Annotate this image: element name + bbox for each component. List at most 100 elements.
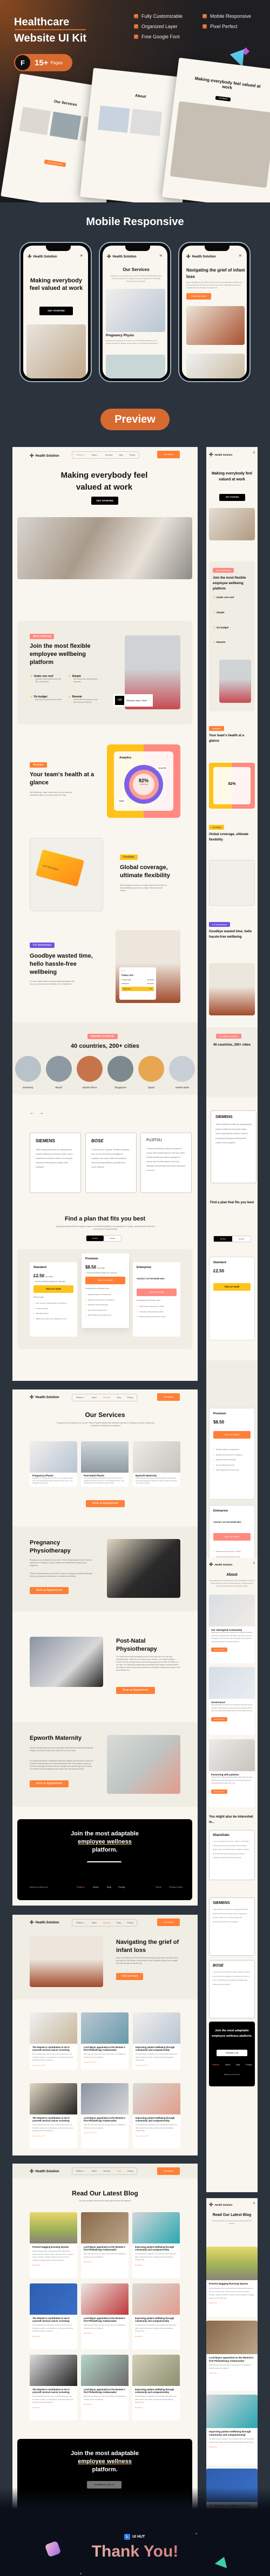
get-started-button[interactable]: GET STARTED <box>219 494 245 501</box>
blog-card[interactable]: Prevent Nagging Running Injuries Physical… <box>30 2212 77 2278</box>
menu-icon[interactable]: ≡ <box>239 253 241 258</box>
get-started-button[interactable]: GET STARTED <box>91 497 118 505</box>
footer-link-about[interactable]: About <box>93 1886 98 1888</box>
menu-icon[interactable]: ≡ <box>253 1562 255 1565</box>
nav-services[interactable]: Services <box>105 454 112 456</box>
nav-platform[interactable]: Platform ⌄ <box>76 1922 85 1924</box>
find-out-more-button[interactable]: Find out more <box>211 1717 227 1721</box>
footer-link-blog[interactable]: Blog <box>107 1886 111 1888</box>
footer-link-terms[interactable]: Terms <box>156 1886 161 1888</box>
blog-card[interactable]: Improving patient wellbeing through comm… <box>132 2212 180 2278</box>
book-appointment-button[interactable]: Book an Appointment <box>30 1587 69 1594</box>
read-more-link[interactable]: Read More <box>135 2406 177 2409</box>
service-card[interactable]: Epworth Maternity Fitwise Physiotherapy h… <box>133 1441 180 1487</box>
country-item[interactable]: Germany <box>15 1056 41 1089</box>
blog-card[interactable]: Improving patient wellbeing through comm… <box>132 2283 180 2349</box>
toggle-annual[interactable]: Annual <box>232 1236 251 1242</box>
country-item[interactable]: Spain <box>138 1056 165 1089</box>
nav-pricing[interactable]: Pricing <box>129 454 135 456</box>
nav-pricing[interactable]: Pricing <box>127 1922 133 1924</box>
find-out-more-button[interactable]: Find out more <box>211 1789 227 1794</box>
footer-link-pricing[interactable]: Pricing <box>118 1886 125 1888</box>
footer-link-platform[interactable]: Platform <box>77 1886 85 1888</box>
menu-icon[interactable]: ≡ <box>159 253 162 258</box>
read-more-link[interactable]: Read More <box>135 2335 177 2337</box>
footer-link-about[interactable]: About <box>225 2064 230 2066</box>
article-card[interactable]: Lord Mayor appointed as the Women's firs… <box>81 2083 129 2148</box>
toggle-monthly[interactable]: Monthly <box>86 1236 104 1241</box>
find-out-more-button[interactable]: Find out more <box>186 293 211 300</box>
nav-blog[interactable]: Blog <box>117 1922 121 1924</box>
nav-services[interactable]: Services <box>103 2170 110 2172</box>
toggle-annual[interactable]: Annual <box>104 1236 121 1241</box>
footer-link-pricing[interactable]: Pricing <box>246 2064 252 2066</box>
read-more-link[interactable]: Read More <box>32 2406 75 2409</box>
footer-link-blog[interactable]: Blog <box>236 2064 240 2066</box>
country-item[interactable]: Brazil <box>45 1056 72 1089</box>
toggle-monthly[interactable]: Monthly <box>214 1236 232 1242</box>
nav-about[interactable]: About ⌄ <box>92 454 99 456</box>
article-card[interactable]: The Women's contribution to do-it-yourse… <box>30 2012 77 2070</box>
nav-blog[interactable]: Blog <box>117 1397 121 1399</box>
nav-about[interactable]: About <box>92 1922 97 1924</box>
blog-card[interactable]: Improving patient wellbeing through comm… <box>132 2355 180 2421</box>
menu-icon[interactable]: ≡ <box>253 451 255 455</box>
menu-icon[interactable]: ≡ <box>253 2202 255 2205</box>
country-item[interactable]: Singapore <box>107 1056 134 1089</box>
nav-services[interactable]: Services <box>103 1922 110 1924</box>
blog-card[interactable]: Lord Mayor appointed as the Women's firs… <box>81 2212 129 2278</box>
get-started-button[interactable]: Get Started <box>157 1393 180 1401</box>
get-started-button[interactable]: Get Started <box>157 2167 180 2175</box>
next-arrow-icon[interactable]: → <box>39 1110 44 1115</box>
read-more-link[interactable]: Read More <box>32 2335 75 2337</box>
book-now-button[interactable]: Book Now ⟶ <box>122 987 154 991</box>
schedule-call-button[interactable]: Schedule a call <box>217 2050 247 2056</box>
article-card[interactable]: Lord Mayor appointed as the Women's firs… <box>81 2012 129 2070</box>
blog-card[interactable]: Improving patient wellbeing through comm… <box>206 2395 258 2465</box>
nav-pricing[interactable]: Pricing <box>127 1397 133 1399</box>
nav-platform[interactable]: Platform ⌄ <box>76 454 85 456</box>
find-out-more-button[interactable]: FIND OUT MORE <box>213 1533 251 1541</box>
blog-card[interactable]: The Women's contribution to do-it-yourse… <box>30 2283 77 2349</box>
country-item[interactable]: South Africa <box>76 1056 103 1089</box>
read-more-link[interactable]: Read More <box>84 2403 126 2405</box>
read-more-link[interactable]: Read More <box>32 2264 75 2266</box>
service-card[interactable]: Pregnancy Physio Pregnancy is a perfect t… <box>30 1441 77 1487</box>
article-card[interactable]: Improving patient wellbeing through comm… <box>133 2012 180 2070</box>
article-card[interactable]: The Women's contribution to do-it-yourse… <box>30 2083 77 2148</box>
find-out-more-button[interactable]: FIND OUT MORE <box>33 1285 73 1293</box>
nav-about[interactable]: About <box>92 1397 97 1399</box>
read-more-link[interactable]: Read More <box>135 2264 177 2266</box>
nav-platform[interactable]: Platform ⌄ <box>76 1397 85 1399</box>
preview-button[interactable]: Preview <box>100 409 170 430</box>
book-appointment-button[interactable]: Book an Appointment <box>30 1780 69 1787</box>
find-out-more-button[interactable]: FIND OUT MORE <box>137 1289 177 1296</box>
find-out-more-button[interactable]: FIND OUT MORE <box>213 1431 251 1439</box>
nav-blog[interactable]: Blog <box>119 454 123 456</box>
blog-card[interactable]: Lord Mayor appointed as the Women's firs… <box>206 2321 258 2391</box>
menu-icon[interactable]: ≡ <box>80 253 83 258</box>
read-more-link[interactable]: Read More <box>84 2332 126 2334</box>
blog-card[interactable]: Prevent Nagging Running Injuries Physical… <box>206 2247 258 2317</box>
get-started-button[interactable]: Get Started <box>157 1919 180 1926</box>
nav-services[interactable]: Services <box>103 1397 110 1399</box>
find-out-more-button[interactable]: Find out more <box>116 1973 143 1980</box>
book-appointment-button[interactable]: Book an Appointment <box>86 1500 125 1507</box>
blog-card[interactable]: The Women's contribution to do-it-yourse… <box>30 2355 77 2421</box>
find-out-more-button[interactable]: FIND OUT MORE <box>213 1283 251 1291</box>
service-card[interactable]: Post-Natal Physio The right knowledge and… <box>81 1441 129 1487</box>
blog-card[interactable]: Lord Mayor appointed as the Women's firs… <box>81 2355 129 2421</box>
prev-arrow-icon[interactable]: ← <box>30 1110 35 1115</box>
blog-card[interactable]: Lord Mayor appointed as the Women's firs… <box>81 2283 129 2349</box>
country-item[interactable]: united state <box>169 1056 195 1089</box>
get-started-button[interactable]: Get Started <box>157 451 180 458</box>
nav-blog[interactable]: Blog <box>117 2170 121 2172</box>
find-out-more-button[interactable]: Find out more <box>211 1648 227 1652</box>
find-out-more-button[interactable]: FIND OUT MORE <box>85 1277 125 1284</box>
nav-pricing[interactable]: Pricing <box>127 2170 133 2172</box>
book-appointment-button[interactable]: Book an Appointment <box>116 1687 155 1694</box>
article-card[interactable]: Improving patient wellbeing through comm… <box>133 2083 180 2148</box>
read-more-link[interactable]: Read More <box>84 2261 126 2263</box>
nav-about[interactable]: About <box>92 2170 97 2172</box>
footer-link-platform[interactable]: Platform <box>212 2064 219 2066</box>
